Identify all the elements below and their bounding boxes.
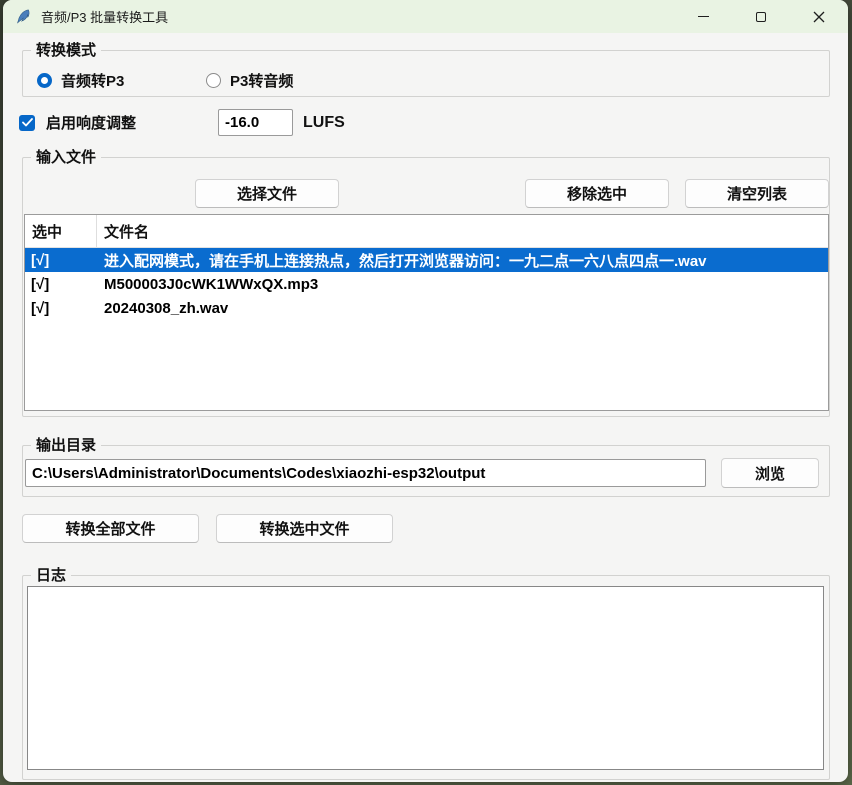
file-table-header: 选中 文件名 [25, 215, 828, 248]
input-files-groupbox: 输入文件 选择文件 移除选中 清空列表 选中 文件名 [√]进入配网模式，请在手… [22, 157, 830, 417]
check-icon [22, 118, 33, 127]
radio-label: P3转音频 [230, 70, 293, 91]
output-group-title: 输出目录 [31, 436, 101, 455]
titlebar: 音频/P3 批量转换工具 [3, 0, 848, 33]
minimize-icon [698, 16, 709, 17]
loudness-checkbox[interactable] [19, 115, 35, 131]
file-table-body: [√]进入配网模式，请在手机上连接热点，然后打开浏览器访问：一九二点一六八点四点… [25, 248, 828, 320]
table-row[interactable]: [√]进入配网模式，请在手机上连接热点，然后打开浏览器访问：一九二点一六八点四点… [25, 248, 828, 272]
row-filename: 进入配网模式，请在手机上连接热点，然后打开浏览器访问：一九二点一六八点四点一.w… [97, 250, 828, 271]
output-dir-groupbox: 输出目录 浏览 [22, 445, 830, 497]
input-group-title: 输入文件 [31, 148, 101, 167]
row-checked-mark: [√] [25, 252, 97, 269]
app-window: 音频/P3 批量转换工具 转换模式 音频转P3 P3转音频 [3, 0, 848, 782]
select-files-button[interactable]: 选择文件 [195, 179, 339, 208]
output-path-wrap [25, 459, 706, 487]
loudness-row: 启用响度调整 [19, 112, 136, 133]
convert-selected-button[interactable]: 转换选中文件 [216, 514, 393, 543]
log-group-title: 日志 [31, 566, 71, 585]
log-textarea[interactable] [27, 586, 824, 770]
mode-groupbox: 转换模式 音频转P3 P3转音频 [22, 50, 830, 97]
header-checked-column[interactable]: 选中 [25, 215, 97, 247]
browse-button[interactable]: 浏览 [721, 458, 819, 488]
radio-option-p3-to-audio[interactable]: P3转音频 [206, 71, 293, 89]
clear-list-button[interactable]: 清空列表 [685, 179, 829, 208]
header-filename-column[interactable]: 文件名 [97, 215, 828, 247]
row-filename: M500003J0cWK1WWxQX.mp3 [97, 276, 828, 293]
close-button[interactable] [790, 0, 848, 33]
row-checked-mark: [√] [25, 276, 97, 293]
minimize-button[interactable] [674, 0, 732, 33]
radio-icon [37, 73, 52, 88]
radio-option-audio-to-p3[interactable]: 音频转P3 [37, 71, 124, 89]
window-title: 音频/P3 批量转换工具 [41, 7, 168, 26]
loudness-entry-wrap [218, 109, 293, 136]
file-table: 选中 文件名 [√]进入配网模式，请在手机上连接热点，然后打开浏览器访问：一九二… [24, 214, 829, 411]
row-filename: 20240308_zh.wav [97, 300, 828, 317]
radio-icon [206, 73, 221, 88]
row-checked-mark: [√] [25, 300, 97, 317]
lufs-unit-label: LUFS [303, 114, 345, 132]
loudness-checkbox-label: 启用响度调整 [46, 112, 136, 133]
radio-label: 音频转P3 [61, 70, 124, 91]
loudness-value-input[interactable] [218, 109, 293, 136]
table-row[interactable]: [√]M500003J0cWK1WWxQX.mp3 [25, 272, 828, 296]
log-groupbox: 日志 [22, 575, 830, 780]
maximize-icon [756, 12, 766, 22]
convert-all-button[interactable]: 转换全部文件 [22, 514, 199, 543]
maximize-button[interactable] [732, 0, 790, 33]
table-row[interactable]: [√]20240308_zh.wav [25, 296, 828, 320]
output-path-input[interactable] [25, 459, 706, 487]
close-icon [813, 11, 825, 23]
mode-group-title: 转换模式 [31, 41, 101, 60]
tk-feather-icon [15, 8, 32, 25]
main-content: 转换模式 音频转P3 P3转音频 启用响度调整 LUFS 输 [3, 33, 848, 782]
remove-selected-button[interactable]: 移除选中 [525, 179, 669, 208]
